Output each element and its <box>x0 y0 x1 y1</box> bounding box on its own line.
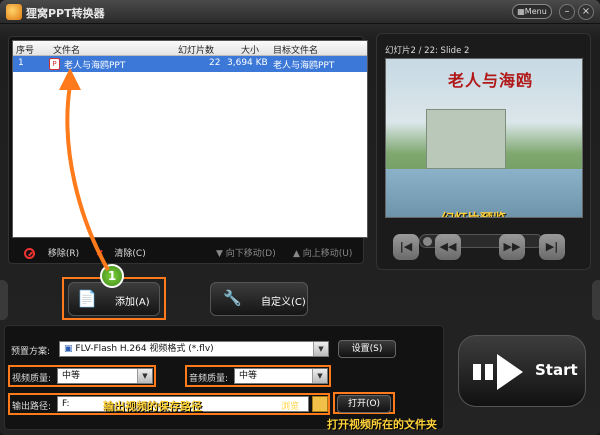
output-path-value: F: <box>62 399 70 409</box>
settings-panel: 预置方案: ▣ FLV-Flash H.264 视频格式 (*.flv) ▼ 设… <box>4 325 444 431</box>
remove-icon <box>24 248 35 259</box>
chevron-down-icon: ▼ <box>312 369 327 383</box>
custom-label: 自定义(C) <box>261 297 306 308</box>
start-button[interactable]: Start <box>458 335 586 407</box>
col-header-seq[interactable]: 序号 <box>16 43 34 56</box>
video-quality-value: 中等 <box>62 371 81 381</box>
first-slide-button[interactable]: |◀ <box>393 234 419 260</box>
arrow-annotation-icon <box>59 68 110 271</box>
add-label: 添加(A) <box>115 297 150 308</box>
play-arrow-icon <box>473 354 523 390</box>
preset-value: FLV-Flash H.264 视频格式 (*.flv) <box>75 344 214 354</box>
arrow-up-icon: ▲ <box>293 249 300 259</box>
fast-forward-icon: ▶▶ <box>503 240 521 253</box>
output-label: 输出路径: <box>12 402 52 412</box>
title-bar: 狸窝PPT转换器 ▦Menu – × <box>0 0 600 24</box>
preview-panel: 幻灯片2 / 22: Slide 2 老人与海鸥 幻灯片预览 |◀ ◀◀ ▶▶ … <box>376 33 591 270</box>
seek-knob[interactable] <box>423 237 432 246</box>
right-rail <box>592 280 600 320</box>
film-icon: ▣ <box>64 344 73 354</box>
window-title: 狸窝PPT转换器 <box>26 7 105 20</box>
slide-title: 老人与海鸥 <box>448 71 534 90</box>
row-seq: 1 <box>18 58 24 68</box>
open-folder-annotation: 打开视频所在的文件夹 <box>327 418 437 431</box>
close-button[interactable]: × <box>578 4 594 20</box>
grid-icon: ▦ <box>517 7 525 16</box>
app-logo-icon <box>6 4 22 20</box>
settings-button[interactable]: 设置(S) <box>338 340 396 358</box>
row-slides: 22 <box>209 58 221 68</box>
col-header-target[interactable]: 目标文件名 <box>273 43 318 56</box>
custom-button[interactable]: 🔧 自定义(C) <box>210 282 308 316</box>
prev-slide-button[interactable]: ◀◀ <box>435 234 461 260</box>
skip-back-icon: |◀ <box>399 240 413 253</box>
col-header-filename[interactable]: 文件名 <box>53 43 80 56</box>
video-quality-select[interactable]: 中等 ▼ <box>57 368 153 384</box>
slide-illustration <box>426 109 506 169</box>
list-header: 序号 文件名 幻灯片数 大小 目标文件名 <box>13 41 367 56</box>
next-slide-button[interactable]: ▶▶ <box>499 234 525 260</box>
skip-forward-icon: ▶| <box>545 240 559 253</box>
left-rail <box>0 280 8 320</box>
row-target: 老人与海鸥PPT <box>273 61 335 71</box>
menu-button[interactable]: ▦Menu <box>512 4 552 19</box>
row-size: 3,694 KB <box>227 58 268 68</box>
browse-label[interactable]: 浏览 <box>281 399 299 412</box>
chevron-down-icon: ▼ <box>313 342 328 356</box>
add-file-icon: 📄 <box>77 289 97 308</box>
col-header-size[interactable]: 大小 <box>241 43 259 56</box>
tools-icon: 🔧 <box>223 289 242 307</box>
folder-icon[interactable] <box>312 396 328 412</box>
col-header-slides[interactable]: 幻灯片数 <box>178 43 214 56</box>
slide-preview: 老人与海鸥 幻灯片预览 <box>385 58 583 218</box>
preview-annotation: 幻灯片预览 <box>441 208 506 217</box>
open-button[interactable]: 打开(O) <box>337 395 391 413</box>
audio-quality-select[interactable]: 中等 ▼ <box>234 368 328 384</box>
video-quality-label: 视频质量: <box>12 374 52 384</box>
minimize-button[interactable]: – <box>559 4 575 20</box>
move-down-label: 向下移动(D) <box>225 249 276 259</box>
preset-label: 预置方案: <box>11 347 51 357</box>
preset-select[interactable]: ▣ FLV-Flash H.264 视频格式 (*.flv) ▼ <box>59 341 329 357</box>
chevron-down-icon: ▼ <box>137 369 152 383</box>
rewind-icon: ◀◀ <box>439 240 457 253</box>
app-window: 狸窝PPT转换器 ▦Menu – × 序号 文件名 幻灯片数 大小 目标文件名 … <box>0 0 600 435</box>
last-slide-button[interactable]: ▶| <box>539 234 565 260</box>
audio-quality-value: 中等 <box>239 371 258 381</box>
audio-quality-label: 音频质量: <box>189 374 229 384</box>
start-label: Start <box>535 361 578 379</box>
arrow-down-icon: ▼ <box>216 249 223 259</box>
move-down-action[interactable]: ▼ 向下移动(D) <box>216 246 276 259</box>
move-up-label: 向上移动(U) <box>302 249 353 259</box>
preview-caption: 幻灯片2 / 22: Slide 2 <box>385 46 470 56</box>
output-path-annotation: 输出视频的保存路径 <box>103 400 202 413</box>
menu-label: Menu <box>524 7 547 16</box>
move-up-action[interactable]: ▲ 向上移动(U) <box>293 246 352 259</box>
